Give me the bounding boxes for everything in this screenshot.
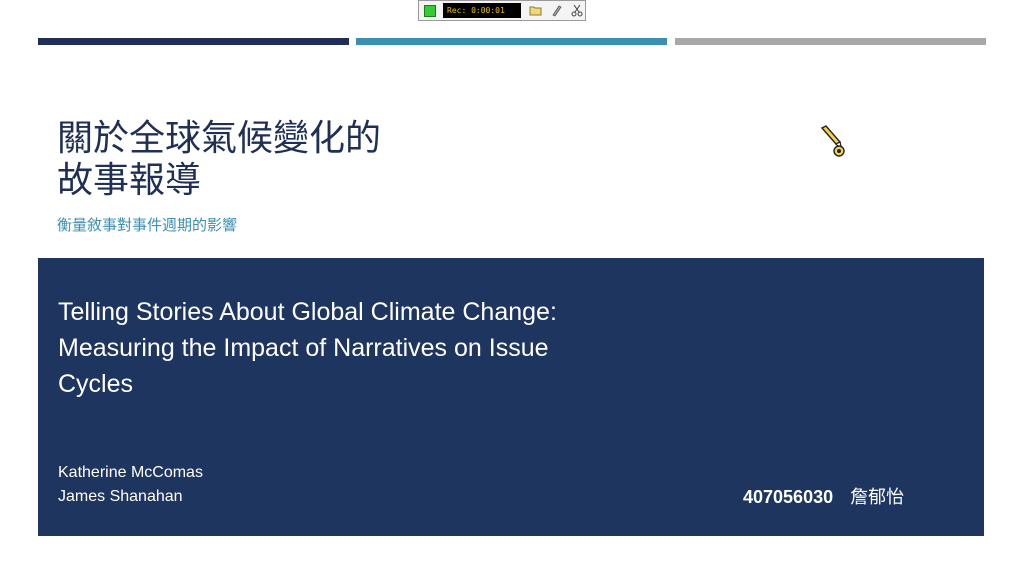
student-name: 詹郁怡 [850,487,905,507]
presenter-info: 407056030 詹郁怡 [743,483,904,509]
scissors-icon[interactable] [570,4,584,18]
slide-title: 關於全球氣候變化的 故事報導 [57,118,537,202]
slide-subtitle: 衡量敘事對事件週期的影響 [57,216,238,234]
slide-title-line-1: 關於全球氣候變化的 [57,118,382,159]
english-title-line-2: Measuring the Impact of Narratives on Is… [58,334,549,362]
slide-title-line-2: 故事報導 [57,160,202,201]
record-time-display: Rec: 0:00:01 [443,3,521,18]
authors: Katherine McComas James Shanahan [58,461,203,509]
english-title-line-3: Cycles [58,370,134,398]
recorder-toolbar: Rec: 0:00:01 [418,0,586,21]
english-title: Telling Stories About Global Climate Cha… [58,294,638,402]
author-name: James Shanahan [58,488,183,505]
author-name: Katherine McComas [58,464,203,481]
pen-icon[interactable] [549,4,563,18]
student-id: 407056030 [743,487,834,507]
accent-bar-gray [675,38,986,45]
english-title-line-1: Telling Stories About Global Climate Cha… [58,298,557,326]
pencil-cursor-icon [820,125,845,157]
folder-icon[interactable] [528,4,542,18]
title-panel: Telling Stories About Global Climate Cha… [38,258,984,536]
accent-bar-navy [38,38,349,45]
accent-bar-blue [356,38,667,45]
record-status-indicator[interactable] [424,4,436,17]
